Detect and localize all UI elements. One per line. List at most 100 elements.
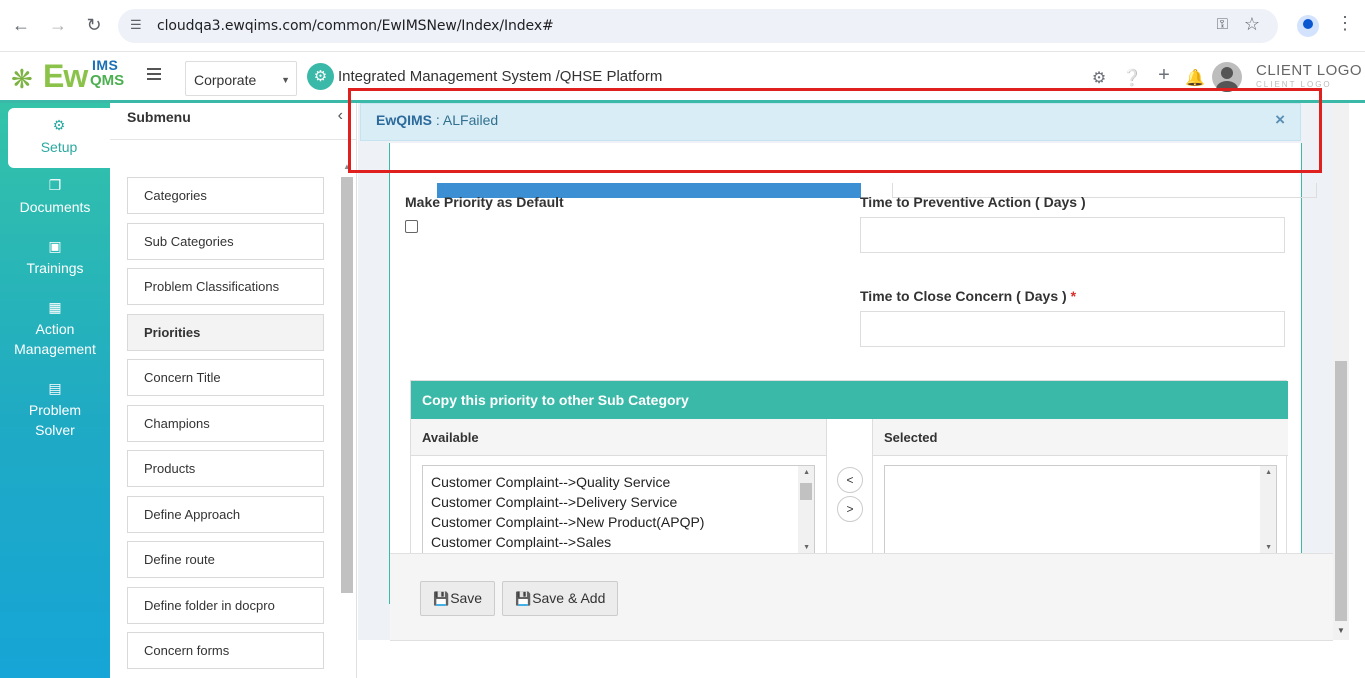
make-priority-default-checkbox[interactable] (405, 220, 418, 233)
move-left-button[interactable]: < (837, 467, 863, 493)
browser-menu-icon[interactable]: ⋮ (1336, 13, 1354, 34)
trainings-icon: ▣ (48, 238, 62, 254)
hamburger-menu-icon[interactable] (147, 68, 161, 80)
help-icon[interactable]: ❔ (1122, 68, 1142, 88)
floppy-disk-icon: 💾 (515, 591, 532, 606)
chevron-down-icon: ▼ (281, 75, 290, 85)
scroll-thumb[interactable] (800, 483, 812, 500)
scroll-up-arrow-icon[interactable]: ▲ (343, 162, 351, 171)
form-footer: 💾Save 💾Save & Add (390, 553, 1333, 641)
password-key-icon[interactable]: ⚿ (1217, 16, 1228, 33)
sidebar-item-problem-solver[interactable]: ▤ Problem Solver (0, 378, 110, 440)
selected-listbox[interactable]: ▲ ▼ (884, 465, 1277, 555)
problem-solver-icon: ▤ (48, 380, 62, 396)
scroll-up-arrow-icon[interactable]: ▲ (803, 469, 810, 476)
profile-icon[interactable] (1297, 15, 1319, 37)
company-select[interactable]: Corporate ▼ (185, 61, 297, 96)
submenu-scrollbar[interactable] (341, 177, 353, 593)
documents-icon: ❐ (48, 177, 62, 193)
sidebar-item-label: Action Management (14, 321, 96, 357)
submenu-item-champions[interactable]: Champions (127, 405, 324, 442)
scroll-down-arrow-icon[interactable]: ▼ (803, 544, 810, 551)
alert-message: EwQIMS : ALFailed (376, 112, 498, 128)
save-add-button[interactable]: 💾Save & Add (502, 581, 619, 616)
move-right-button[interactable]: > (837, 496, 863, 522)
priority-form-modal: Make Priority as Default Time to Prevent… (389, 143, 1317, 604)
alert-separator: : (432, 112, 443, 128)
content-scroll-thumb[interactable] (1335, 361, 1347, 621)
required-asterisk: * (1070, 288, 1077, 304)
submenu-item-products[interactable]: Products (127, 450, 324, 487)
sidebar-item-trainings[interactable]: ▣ Trainings (0, 236, 110, 278)
available-column-header: Available (411, 419, 826, 456)
gears-icon: ⚙ (52, 117, 66, 133)
alert-brand: EwQIMS (376, 112, 433, 128)
submenu-item-define-approach[interactable]: Define Approach (127, 496, 324, 533)
sidebar-item-label: Problem Solver (28, 402, 82, 438)
available-list-scrollbar[interactable]: ▲ ▼ (798, 466, 814, 554)
bookmark-star-icon[interactable]: ☆ (1244, 14, 1260, 35)
submenu-item-sub-categories[interactable]: Sub Categories (127, 223, 324, 260)
browser-toolbar: ← → ↻ ☰ cloudqa3.ewqims.com/common/EwIMS… (0, 0, 1365, 52)
submenu-item-concern-forms[interactable]: Concern forms (127, 632, 324, 669)
logo-sun-icon: ❋ (11, 64, 33, 94)
app-header: ❋ Ew IMS QMS Corporate ▼ ⚙ Integrated Ma… (0, 52, 1365, 103)
sidebar-item-label: Setup (40, 139, 78, 155)
forward-icon[interactable]: → (47, 14, 69, 36)
submenu-panel: Submenu ‹ Categories Sub Categories Prob… (110, 103, 357, 678)
sidebar-item-label: Trainings (26, 260, 84, 276)
close-concern-label-text: Time to Close Concern ( Days ) (860, 288, 1067, 304)
preventive-action-label: Time to Preventive Action ( Days ) (860, 194, 1086, 210)
list-item[interactable]: Customer Complaint-->Quality Service (423, 472, 814, 492)
selected-column-header: Selected (873, 419, 1288, 456)
list-item[interactable]: Customer Complaint-->Sales (423, 532, 814, 552)
scroll-up-arrow-icon[interactable]: ▲ (1265, 469, 1272, 476)
logo-ew: Ew (43, 58, 88, 94)
scroll-down-arrow-icon[interactable]: ▼ (1265, 544, 1272, 551)
client-logo-subtext: CLIENT LOGO (1256, 80, 1332, 89)
preventive-action-input[interactable] (860, 217, 1285, 253)
settings-gear-icon[interactable]: ⚙ (1089, 68, 1109, 88)
company-select-value: Corporate (194, 72, 257, 88)
make-priority-default-label: Make Priority as Default (405, 194, 564, 210)
list-item[interactable]: Customer Complaint-->New Product(APQP) (423, 512, 814, 532)
reload-icon[interactable]: ↻ (83, 14, 105, 36)
submenu-item-priorities[interactable]: Priorities (127, 314, 324, 351)
close-concern-input[interactable] (860, 311, 1285, 347)
list-item[interactable]: Customer Complaint-->Delivery Service (423, 492, 814, 512)
user-avatar[interactable] (1212, 62, 1242, 92)
copy-priority-panel: Copy this priority to other Sub Category… (410, 380, 1288, 581)
content-scrollbar[interactable]: ▼ (1333, 103, 1349, 640)
platform-title: Integrated Management System /QHSE Platf… (338, 68, 663, 85)
submenu-item-concern-title[interactable]: Concern Title (127, 359, 324, 396)
site-settings-icon[interactable]: ☰ (130, 17, 142, 33)
building-icon: ▦ (48, 299, 62, 315)
scroll-down-arrow-icon[interactable]: ▼ (1337, 626, 1345, 635)
client-logo: CLIENT LOGO CLIENT LOGO (1256, 62, 1363, 92)
submenu-item-define-route[interactable]: Define route (127, 541, 324, 578)
sidebar-item-documents[interactable]: ❐ Documents (0, 175, 110, 217)
sidebar-item-setup[interactable]: ⚙ Setup (8, 108, 110, 168)
submenu-item-categories[interactable]: Categories (127, 177, 324, 214)
selected-list-scrollbar[interactable]: ▲ ▼ (1260, 466, 1276, 554)
sidebar-item-action-management[interactable]: ▦ Action Management (0, 297, 110, 359)
notification-bell-icon[interactable]: 🔔 (1185, 68, 1205, 88)
main-content: Make Priority as Default Time to Prevent… (358, 103, 1365, 678)
url-text[interactable]: cloudqa3.ewqims.com/common/EwIMSNew/Inde… (157, 18, 554, 34)
save-button-label: Save (450, 590, 483, 606)
save-add-button-label: Save & Add (532, 590, 606, 606)
close-icon[interactable]: × (1275, 110, 1285, 130)
submenu-title: Submenu (127, 109, 191, 125)
alert-banner: EwQIMS : ALFailed × (360, 103, 1301, 141)
submenu-item-problem-classifications[interactable]: Problem Classifications (127, 268, 324, 305)
available-listbox[interactable]: Customer Complaint-->Quality Service Cus… (422, 465, 815, 555)
submenu-item-define-folder[interactable]: Define folder in docpro (127, 587, 324, 624)
collapse-chevron-icon[interactable]: ‹ (338, 107, 343, 125)
back-icon[interactable]: ← (10, 14, 32, 36)
logo-qms: QMS (90, 72, 125, 89)
save-button[interactable]: 💾Save (420, 581, 496, 616)
add-icon[interactable]: + (1154, 64, 1174, 87)
client-logo-text: CLIENT LOGO (1256, 62, 1363, 79)
address-bar[interactable]: ☰ cloudqa3.ewqims.com/common/EwIMSNew/In… (118, 9, 1278, 43)
submenu-header: Submenu ‹ (110, 103, 357, 140)
